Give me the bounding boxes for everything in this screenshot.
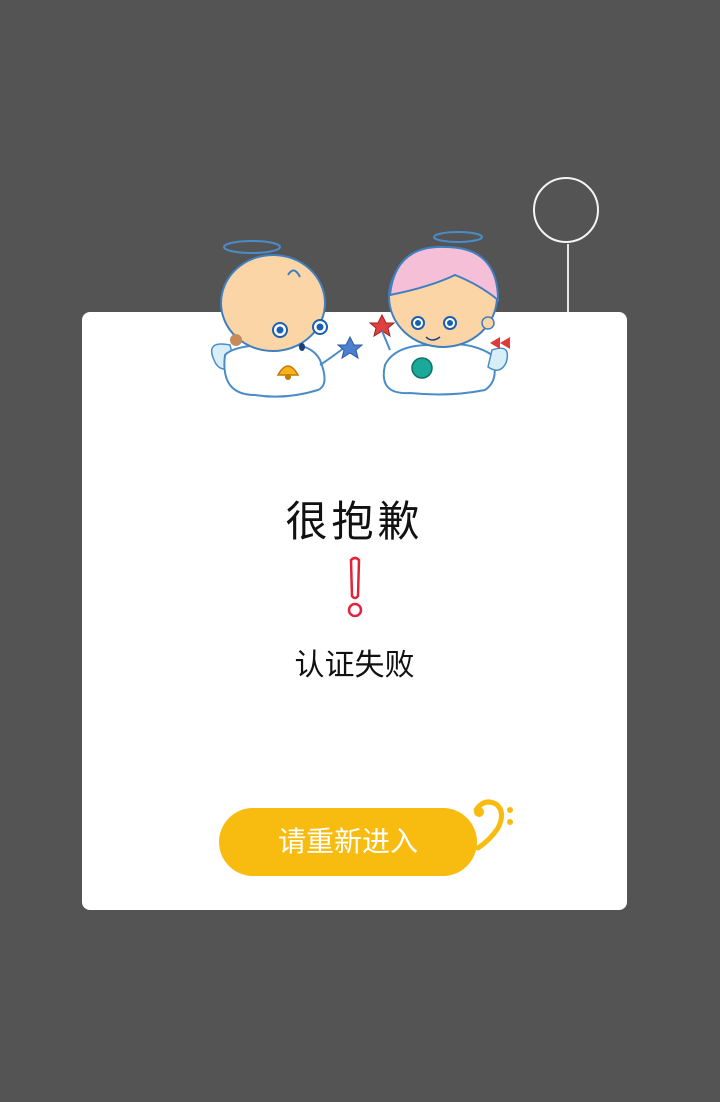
exclamation-icon <box>347 556 363 618</box>
hanging-string <box>567 244 569 314</box>
bass-clef-icon <box>473 799 513 851</box>
status-message: 认证失败 <box>294 648 415 683</box>
ring-icon <box>533 177 599 243</box>
reenter-button[interactable]: 请重新进入 <box>219 808 477 876</box>
angel-babies-illustration <box>210 231 510 398</box>
dialog-title: 很抱歉 <box>285 497 424 546</box>
